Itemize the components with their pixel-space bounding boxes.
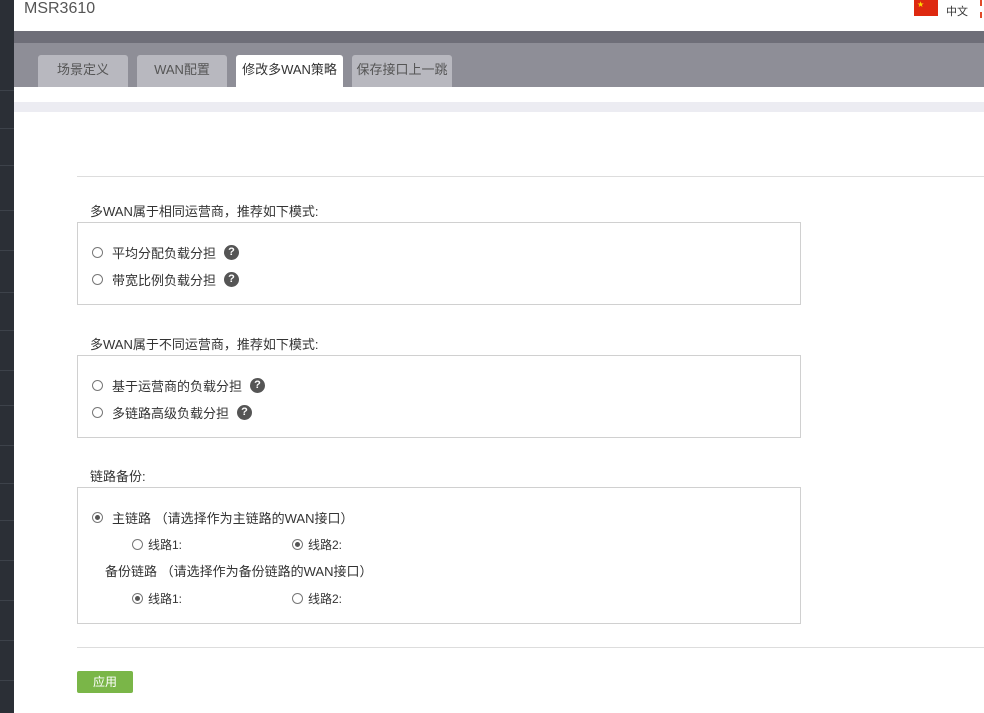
radio-even-load-sharing[interactable] xyxy=(92,247,103,258)
option-label: 平均分配负载分担 xyxy=(112,246,217,261)
header-divider xyxy=(14,31,984,43)
side-panel xyxy=(0,0,14,713)
option-isp-based[interactable]: 基于运营商的负载分担 ? xyxy=(92,376,266,395)
backup-box: 主链路 （请选择作为主链路的WAN接口） 线路1: 线路2: 备份链路 （请选择… xyxy=(77,487,801,624)
option-label: 主链路 （请选择作为主链路的WAN接口） xyxy=(112,511,354,526)
option-label: 带宽比例负载分担 xyxy=(112,273,217,288)
tab-bar: 场景定义 WAN配置 修改多WAN策略 保存接口上一跳 xyxy=(14,43,984,87)
radio-secondary-line-2[interactable] xyxy=(292,593,303,604)
tab-wan-config[interactable]: WAN配置 xyxy=(137,55,227,87)
option-label: 多链路高级负载分担 xyxy=(112,406,230,421)
option-even-load-sharing[interactable]: 平均分配负载分担 ? xyxy=(92,243,240,262)
backup-label: 链路备份: xyxy=(90,469,146,484)
primary-line-1[interactable]: 线路1: xyxy=(132,536,182,553)
question-circle-icon[interactable]: ? xyxy=(224,245,240,260)
option-bandwidth-ratio[interactable]: 带宽比例负载分担 ? xyxy=(92,270,240,289)
question-circle-icon[interactable]: ? xyxy=(237,405,253,420)
radio-primary-line-2[interactable] xyxy=(292,539,303,550)
option-primary-link[interactable]: 主链路 （请选择作为主链路的WAN接口） xyxy=(92,508,353,527)
china-flag-icon[interactable]: ★ xyxy=(914,0,938,16)
same-isp-box: 平均分配负载分担 ? 带宽比例负载分担 ? xyxy=(77,222,801,305)
tab-scene-definition[interactable]: 场景定义 xyxy=(38,55,128,87)
tab-save-interface-next-hop[interactable]: 保存接口上一跳 xyxy=(352,55,452,87)
option-label: 基于运营商的负载分担 xyxy=(112,379,243,394)
radio-multi-link-advanced[interactable] xyxy=(92,407,103,418)
radio-bandwidth-ratio[interactable] xyxy=(92,274,103,285)
diff-isp-box: 基于运营商的负载分担 ? 多链路高级负载分担 ? xyxy=(77,355,801,438)
tab-multi-wan-policy[interactable]: 修改多WAN策略 xyxy=(236,55,343,87)
radio-primary-line-1[interactable] xyxy=(132,539,143,550)
same-isp-label: 多WAN属于相同运营商，推荐如下模式: xyxy=(90,204,319,219)
line-label: 线路1: xyxy=(148,538,183,552)
radio-isp-based[interactable] xyxy=(92,380,103,391)
option-multi-link-advanced[interactable]: 多链路高级负载分担 ? xyxy=(92,403,253,422)
apply-button[interactable]: 应用 xyxy=(77,671,133,693)
primary-line-2[interactable]: 线路2: xyxy=(292,536,342,553)
top-header: MSR3610 ★ 中文 xyxy=(14,0,984,31)
radio-secondary-line-1[interactable] xyxy=(132,593,143,604)
question-circle-icon[interactable]: ? xyxy=(224,272,240,287)
line-label: 线路2: xyxy=(308,538,343,552)
secondary-line-1[interactable]: 线路1: xyxy=(132,590,182,607)
question-circle-icon[interactable]: ? xyxy=(250,378,266,393)
divider xyxy=(77,176,984,177)
diff-isp-label: 多WAN属于不同运营商，推荐如下模式: xyxy=(90,337,319,352)
divider xyxy=(77,647,984,648)
secondary-line-2[interactable]: 线路2: xyxy=(292,590,342,607)
line-label: 线路2: xyxy=(308,592,343,606)
app-title: MSR3610 xyxy=(24,0,96,17)
secondary-link-label: 备份链路 （请选择作为备份链路的WAN接口） xyxy=(105,564,373,579)
language-selector[interactable]: 中文 xyxy=(946,3,968,19)
line-label: 线路1: xyxy=(148,592,183,606)
edge-marker xyxy=(980,0,984,18)
radio-primary-link[interactable] xyxy=(92,512,103,523)
